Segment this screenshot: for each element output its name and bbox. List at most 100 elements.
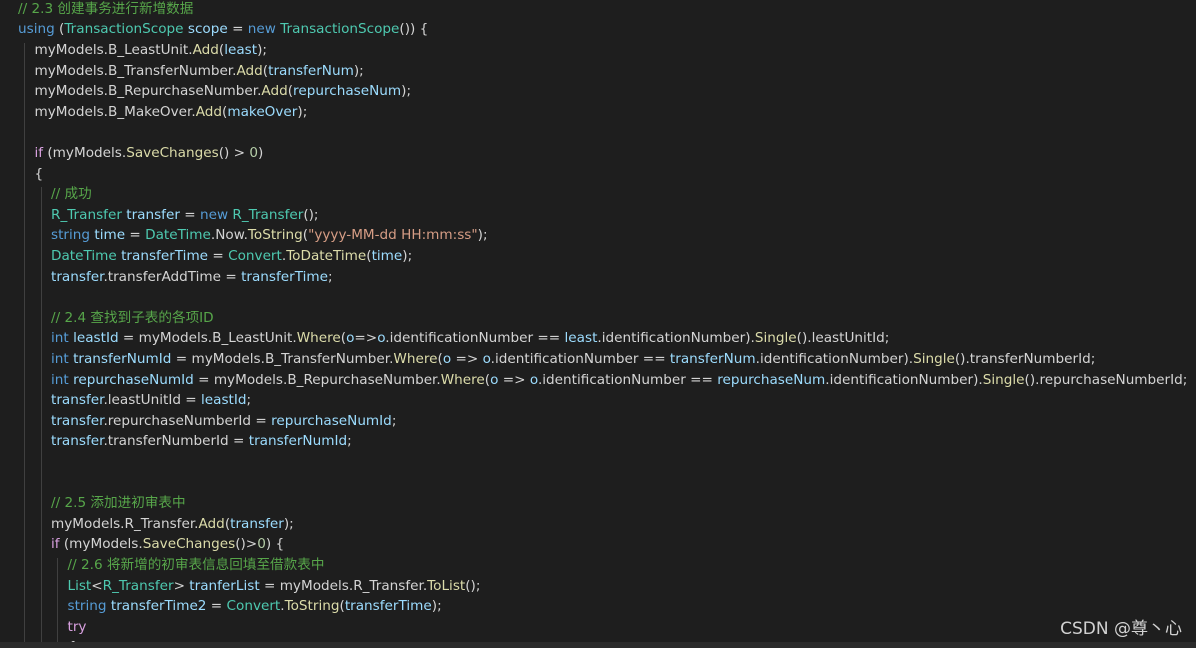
code-token: SaveChanges (142, 536, 236, 553)
code-token: scope (187, 21, 228, 38)
code-token: = (208, 248, 229, 264)
code-token: = myModels.B_LeastUnit. (118, 330, 297, 347)
code-token: myModels.R_Transfer. (51, 515, 199, 532)
code-token: ; (328, 268, 333, 285)
code-line: transfer.repurchaseNumberId = repurchase… (51, 411, 396, 432)
code-line: if (myModels.SaveChanges()>0) { (51, 534, 284, 555)
code-token: ( (54, 21, 65, 38)
code-token: ()) { (399, 21, 429, 38)
code-token: transfer (126, 206, 180, 223)
code-token: > (173, 577, 190, 594)
code-token: if (51, 536, 60, 553)
code-token: .identificationNumber). (755, 351, 914, 367)
code-token: o (529, 371, 538, 388)
code-token: .transferAddTime = (103, 268, 242, 285)
code-token: "yyyy-MM-dd HH:mm:ss" (308, 227, 478, 244)
code-token: ); (401, 83, 412, 100)
code-token: ToList (427, 577, 466, 594)
code-token: new (199, 206, 229, 223)
code-token: leastId (73, 330, 119, 347)
code-token: transfer (51, 268, 104, 285)
code-token: R_Transfer (102, 577, 174, 594)
code-token: ; (391, 412, 397, 429)
code-token: o (482, 351, 491, 367)
code-line: myModels.B_TransferNumber.Add(transferNu… (35, 61, 364, 82)
code-line: int leastId = myModels.B_LeastUnit.Where… (51, 328, 889, 349)
code-token: Add (195, 103, 223, 120)
code-line: R_Transfer transfer = new R_Transfer(); (51, 205, 319, 226)
code-token: time (94, 227, 126, 244)
code-token: ToString (247, 227, 303, 244)
code-token: transfer (230, 515, 284, 532)
code-token: Where (393, 351, 438, 367)
code-line: if (myModels.SaveChanges() > 0) (35, 143, 264, 164)
code-token: transferNumId (73, 351, 172, 367)
code-token: TransactionScope (280, 21, 400, 38)
code-token: myModels.B_MakeOver. (34, 103, 196, 120)
code-token: => (451, 351, 483, 367)
code-token: ); (353, 62, 364, 79)
code-token: transfer (51, 433, 104, 450)
code-token: int (51, 330, 69, 347)
code-token: ToString (284, 598, 340, 615)
code-token: .identificationNumber == (385, 330, 565, 347)
code-token: => (354, 330, 378, 347)
code-token: ); (431, 598, 442, 615)
code-token: = (179, 206, 200, 223)
code-line: // 2.3 创建事务进行新增数据 (18, 0, 193, 19)
code-token: ); (297, 103, 308, 120)
code-line: // 2.6 将新增的初审表信息回填至借款表中 (68, 555, 325, 576)
code-token: myModels.B_LeastUnit. (34, 42, 193, 58)
code-token: // 2.4 查找到子表的各项ID (51, 309, 214, 326)
code-token: .identificationNumber). (597, 330, 755, 347)
code-token: < (91, 577, 103, 594)
code-token: // 2.6 将新增的初审表信息回填至借款表中 (67, 557, 325, 573)
code-line: myModels.R_Transfer.Add(transfer); (51, 514, 294, 535)
code-token: .identificationNumber == (490, 351, 670, 367)
code-token: = myModels.B_TransferNumber. (171, 351, 394, 367)
code-token: R_Transfer (51, 206, 122, 223)
code-token: leastId (200, 392, 247, 409)
code-token: SaveChanges (126, 145, 219, 161)
code-line: string time = DateTime.Now.ToString("yyy… (51, 225, 488, 246)
code-line: try (68, 617, 87, 638)
code-token: transferTime (241, 268, 329, 285)
code-token: // 2.5 添加进初审表中 (51, 495, 186, 512)
code-token: if (34, 145, 44, 161)
code-line: List<R_Transfer> tranferList = myModels.… (68, 576, 481, 597)
code-token: = myModels.B_RepurchaseNumber. (193, 371, 441, 388)
code-token: (myModels. (43, 145, 127, 161)
code-token: transferNumId (248, 433, 348, 450)
code-token: ) (258, 145, 264, 161)
code-line: string transferTime2 = Convert.ToString(… (68, 596, 442, 617)
code-line: // 2.4 查找到子表的各项ID (51, 308, 214, 329)
code-token: .Now. (210, 227, 248, 244)
code-line: // 成功 (51, 184, 92, 205)
code-token: .repurchaseNumberId = (103, 412, 272, 429)
code-token: transferNum (268, 62, 354, 79)
code-token: (); (303, 206, 319, 223)
code-editor[interactable]: // 2.3 创建事务进行新增数据 using (TransactionScope… (0, 0, 1196, 642)
code-token: = (227, 21, 248, 38)
code-token: () > (218, 145, 250, 161)
code-token: List (67, 577, 92, 594)
code-token: Convert (226, 598, 281, 615)
code-line: transfer.transferNumberId = transferNumI… (51, 431, 352, 452)
code-token: ; (347, 433, 352, 450)
code-token: transferTime2 (110, 598, 207, 615)
code-token: DateTime (145, 227, 211, 244)
code-token: ().repurchaseNumberId; (1024, 371, 1188, 388)
code-token: (); (465, 577, 481, 594)
code-line: DateTime transferTime = Convert.ToDateTi… (51, 246, 412, 267)
code-token: transferTime (344, 598, 432, 615)
code-token: transferTime (121, 248, 209, 264)
horizontal-scrollbar[interactable] (0, 642, 1196, 648)
code-token: ; (246, 392, 252, 409)
code-token: Add (236, 62, 263, 79)
code-token: Where (440, 371, 485, 388)
code-token: DateTime (51, 248, 117, 264)
code-token: Single (754, 330, 797, 347)
code-token: 0 (249, 145, 258, 161)
code-line: int repurchaseNumId = myModels.B_Repurch… (51, 370, 1187, 391)
code-token: o (442, 351, 452, 367)
